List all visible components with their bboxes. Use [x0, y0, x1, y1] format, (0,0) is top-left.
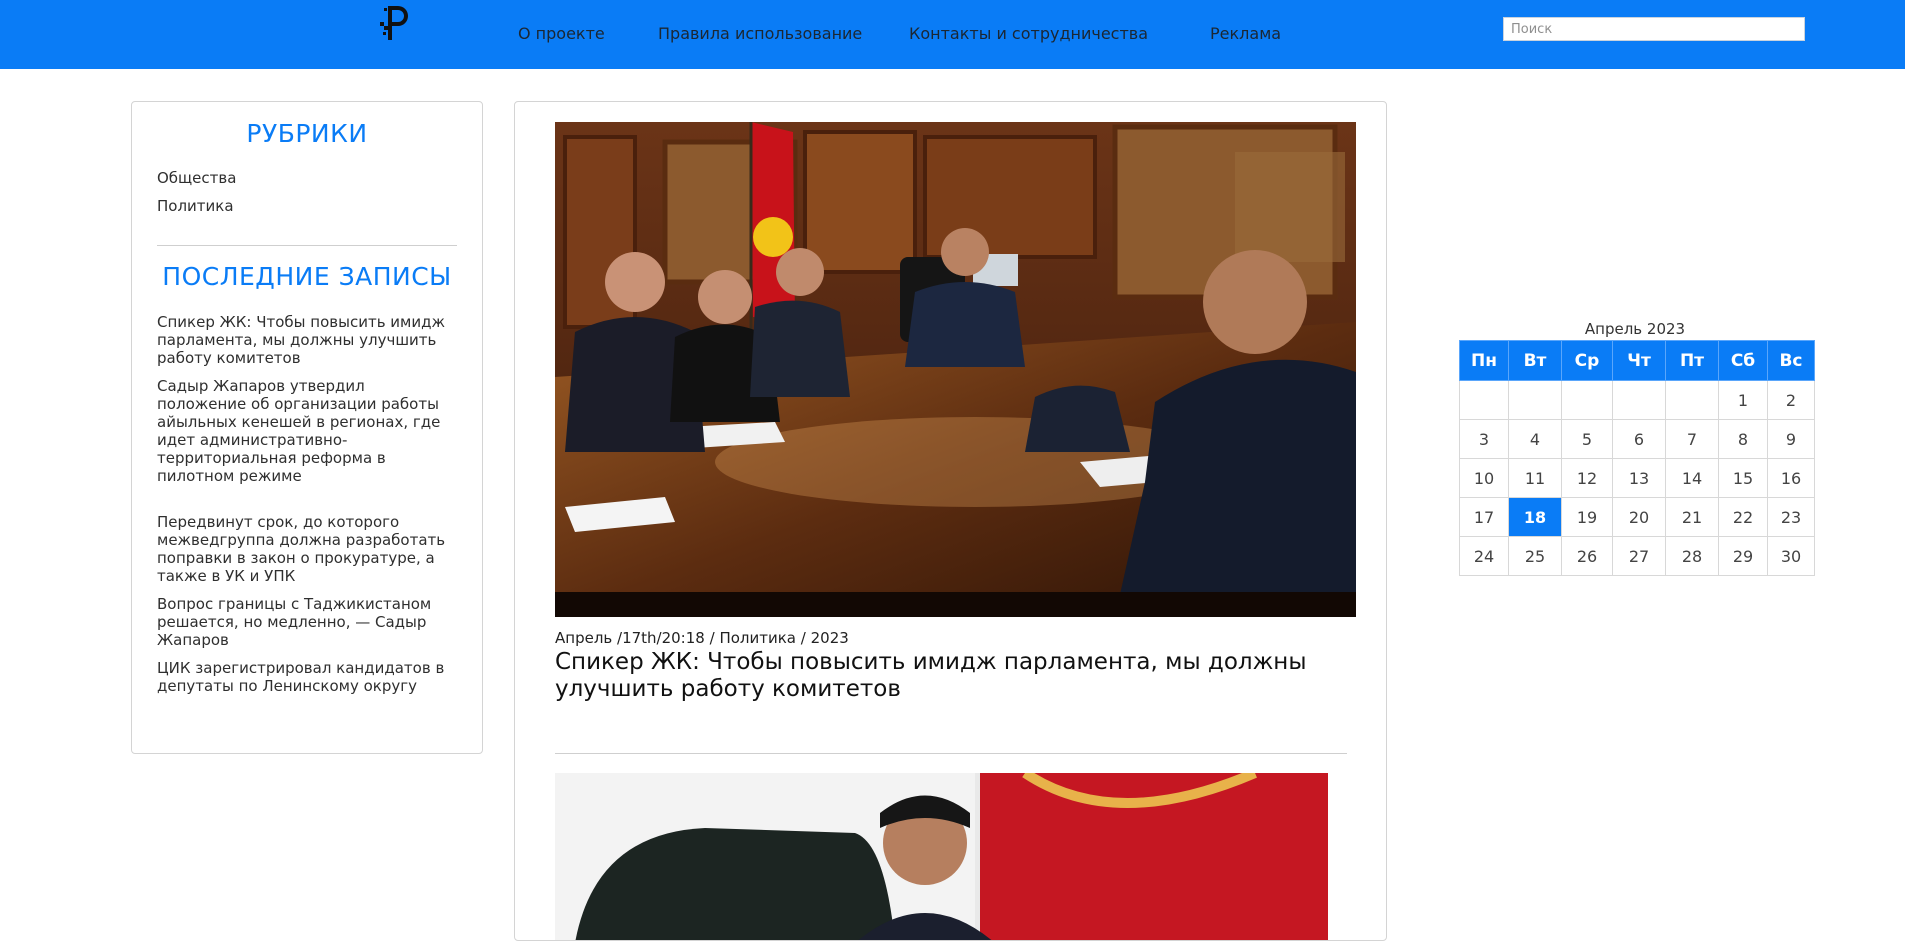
- calendar-weekday: Чт: [1612, 340, 1666, 381]
- calendar-day[interactable]: 6: [1612, 419, 1666, 459]
- article-feed: Апрель /17th/20:18 / Политика / 2023 Спи…: [514, 101, 1387, 941]
- calendar-day[interactable]: 7: [1665, 419, 1719, 459]
- calendar-empty-cell: [1612, 380, 1666, 420]
- calendar-week-row: 12: [1459, 380, 1815, 420]
- calendar-day[interactable]: 20: [1612, 497, 1666, 537]
- site-logo-icon[interactable]: [372, 2, 416, 46]
- top-navbar: О проекте Правила использование Контакты…: [0, 0, 1905, 69]
- calendar-day[interactable]: 13: [1612, 458, 1666, 498]
- rubric-link-politics[interactable]: Политика: [157, 197, 234, 215]
- calendar-week-row: 17 18 19 20 21 22 23: [1459, 497, 1815, 537]
- calendar-day[interactable]: 14: [1665, 458, 1719, 498]
- calendar-day[interactable]: 15: [1718, 458, 1768, 498]
- article-date: Апрель /17th/20:18: [555, 629, 705, 647]
- calendar-empty-cell: [1508, 380, 1562, 420]
- calendar-day-today[interactable]: 18: [1508, 497, 1562, 537]
- recent-post-link[interactable]: ЦИК зарегистрировал кандидатов в депутат…: [157, 659, 457, 695]
- rubrics-heading: РУБРИКИ: [246, 119, 368, 148]
- recent-post-link[interactable]: Спикер ЖК: Чтобы повысить имидж парламен…: [157, 313, 457, 367]
- rubric-link-society[interactable]: Общества: [157, 169, 236, 187]
- calendar-day[interactable]: 30: [1767, 536, 1815, 576]
- calendar-day[interactable]: 25: [1508, 536, 1562, 576]
- calendar-week-row: 24 25 26 27 28 29 30: [1459, 536, 1815, 576]
- calendar-weekday: Ср: [1561, 340, 1613, 381]
- nav-link-rules[interactable]: Правила использование: [658, 23, 862, 45]
- calendar-widget: Пн Вт Ср Чт Пт Сб Вс 1 2 3 4 5 6 7 8 9 10 11 12 13 14…: [1459, 340, 1815, 576]
- calendar-empty-cell: [1459, 380, 1509, 420]
- article-meta: Апрель /17th/20:18 / Политика / 2023: [555, 629, 849, 647]
- calendar-day[interactable]: 2: [1767, 380, 1815, 420]
- calendar-week-row: 3456789: [1459, 419, 1815, 459]
- calendar-caption: Апрель 2023: [1584, 320, 1686, 338]
- calendar-weekday: Вс: [1767, 340, 1815, 381]
- recent-posts-heading: ПОСЛЕДНИЕ ЗАПИСЫ: [162, 262, 452, 291]
- calendar-day[interactable]: 24: [1459, 536, 1509, 576]
- recent-post-link[interactable]: Садыр Жапаров утвердил положение об орга…: [157, 377, 457, 485]
- calendar-day[interactable]: 10: [1459, 458, 1509, 498]
- calendar-day[interactable]: 8: [1718, 419, 1768, 459]
- article-title-link[interactable]: Спикер ЖК: Чтобы повысить имидж парламен…: [555, 649, 1315, 703]
- recent-post-link[interactable]: Вопрос границы с Таджикистаном решается,…: [157, 595, 457, 649]
- sidebar-divider: [157, 245, 457, 246]
- article-divider: [555, 753, 1347, 754]
- calendar-empty-cell: [1561, 380, 1613, 420]
- calendar-empty-cell: [1665, 380, 1719, 420]
- calendar-day[interactable]: 26: [1561, 536, 1613, 576]
- calendar-day[interactable]: 28: [1665, 536, 1719, 576]
- calendar-day[interactable]: 5: [1561, 419, 1613, 459]
- search-input[interactable]: [1503, 17, 1805, 41]
- calendar-day[interactable]: 27: [1612, 536, 1666, 576]
- calendar-day[interactable]: 12: [1561, 458, 1613, 498]
- calendar-day[interactable]: 4: [1508, 419, 1562, 459]
- calendar-day[interactable]: 19: [1561, 497, 1613, 537]
- article-photo[interactable]: [555, 773, 1328, 941]
- article-photo[interactable]: [555, 122, 1356, 617]
- calendar-day[interactable]: 17: [1459, 497, 1509, 537]
- nav-link-about[interactable]: О проекте: [518, 23, 605, 45]
- calendar-weekday: Вт: [1508, 340, 1562, 381]
- meta-separator: /: [709, 629, 715, 647]
- calendar-weekday: Пт: [1665, 340, 1719, 381]
- nav-link-advertising[interactable]: Реклама: [1210, 23, 1281, 45]
- calendar-weekday: Пн: [1459, 340, 1509, 381]
- calendar-day[interactable]: 3: [1459, 419, 1509, 459]
- calendar-day[interactable]: 21: [1665, 497, 1719, 537]
- calendar-day[interactable]: 29: [1718, 536, 1768, 576]
- article-category-link[interactable]: Политика: [719, 629, 796, 647]
- calendar-weekday: Сб: [1718, 340, 1768, 381]
- recent-post-link[interactable]: Передвинут срок, до которого межведгрупп…: [157, 513, 457, 585]
- calendar-day[interactable]: 22: [1718, 497, 1768, 537]
- sidebar: РУБРИКИ Общества Политика ПОСЛЕДНИЕ ЗАПИ…: [131, 101, 483, 754]
- calendar-day[interactable]: 1: [1718, 380, 1768, 420]
- article-year: 2023: [810, 629, 849, 647]
- nav-link-contacts[interactable]: Контакты и сотрудничества: [909, 23, 1148, 45]
- calendar-day[interactable]: 9: [1767, 419, 1815, 459]
- calendar-day[interactable]: 16: [1767, 458, 1815, 498]
- meta-separator: /: [800, 629, 806, 647]
- calendar-day[interactable]: 23: [1767, 497, 1815, 537]
- calendar-week-row: 10 11 12 13 14 15 16: [1459, 458, 1815, 498]
- calendar-day[interactable]: 11: [1508, 458, 1562, 498]
